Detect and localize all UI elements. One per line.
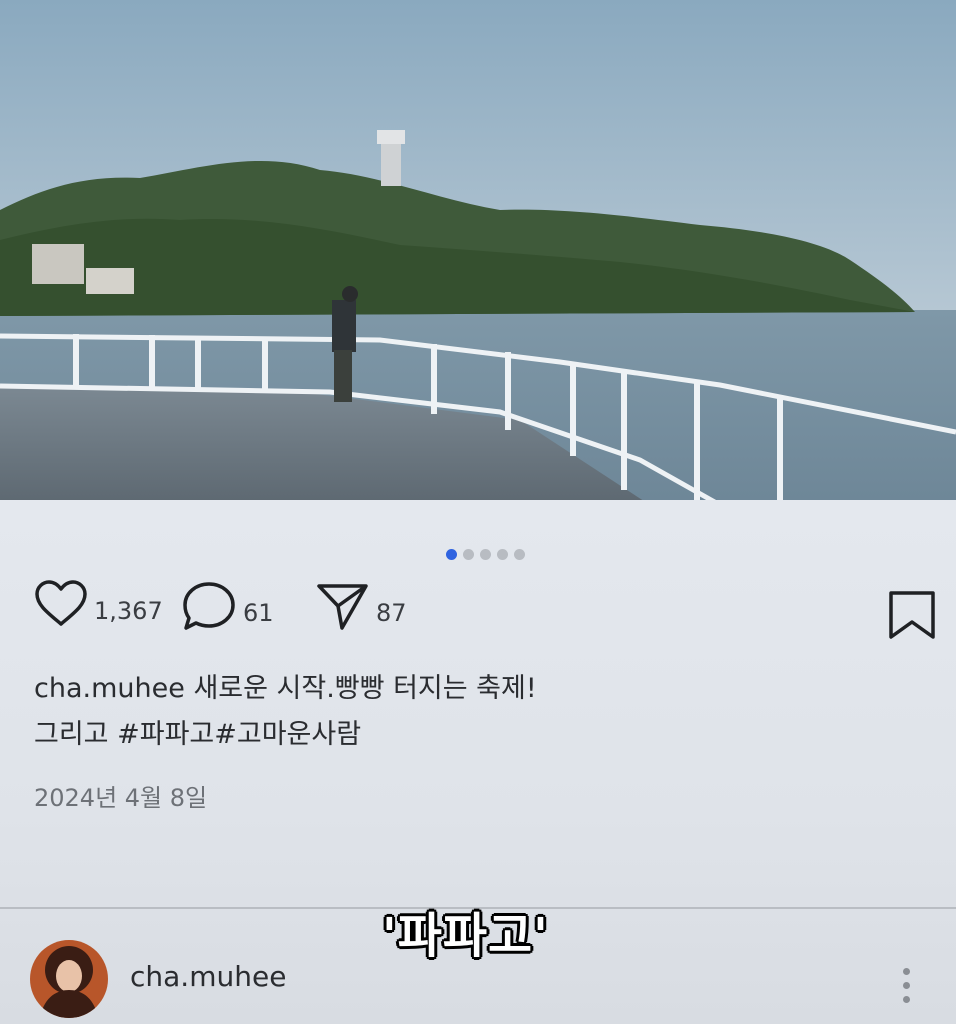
share-count: 87	[376, 599, 407, 627]
carousel-dot	[480, 549, 491, 560]
comment-icon	[183, 582, 235, 630]
comment-count: 61	[243, 599, 274, 627]
footer-username[interactable]: cha.muhee	[130, 960, 286, 993]
carousel-dot	[463, 549, 474, 560]
carousel-dot	[514, 549, 525, 560]
avatar[interactable]	[30, 940, 108, 1018]
like-count: 1,367	[94, 597, 163, 625]
send-icon	[317, 584, 368, 630]
caption-text-line1: 새로운 시작.빵빵 터지는 축제!	[193, 673, 537, 704]
heart-icon	[35, 580, 87, 626]
comment-button[interactable]: 61	[181, 580, 274, 632]
video-subtitle: '파파고'	[382, 908, 549, 964]
share-button[interactable]: 87	[316, 580, 407, 632]
carousel-indicator	[446, 549, 525, 560]
caption-username[interactable]: cha.muhee	[34, 673, 185, 704]
carousel-dot-active	[446, 549, 457, 560]
caption-text-line2: 그리고 #파파고#고마운사람	[34, 719, 362, 750]
bookmark-button[interactable]	[888, 590, 936, 644]
post-date: 2024년 4월 8일	[34, 784, 208, 812]
bookmark-icon	[889, 591, 935, 639]
more-icon[interactable]	[903, 968, 910, 1003]
like-button[interactable]: 1,367	[34, 580, 163, 628]
post-photo[interactable]	[0, 0, 956, 508]
carousel-dot	[497, 549, 508, 560]
post-caption: cha.muhee 새로운 시작.빵빵 터지는 축제! 그리고 #파파고#고마운…	[34, 666, 914, 758]
